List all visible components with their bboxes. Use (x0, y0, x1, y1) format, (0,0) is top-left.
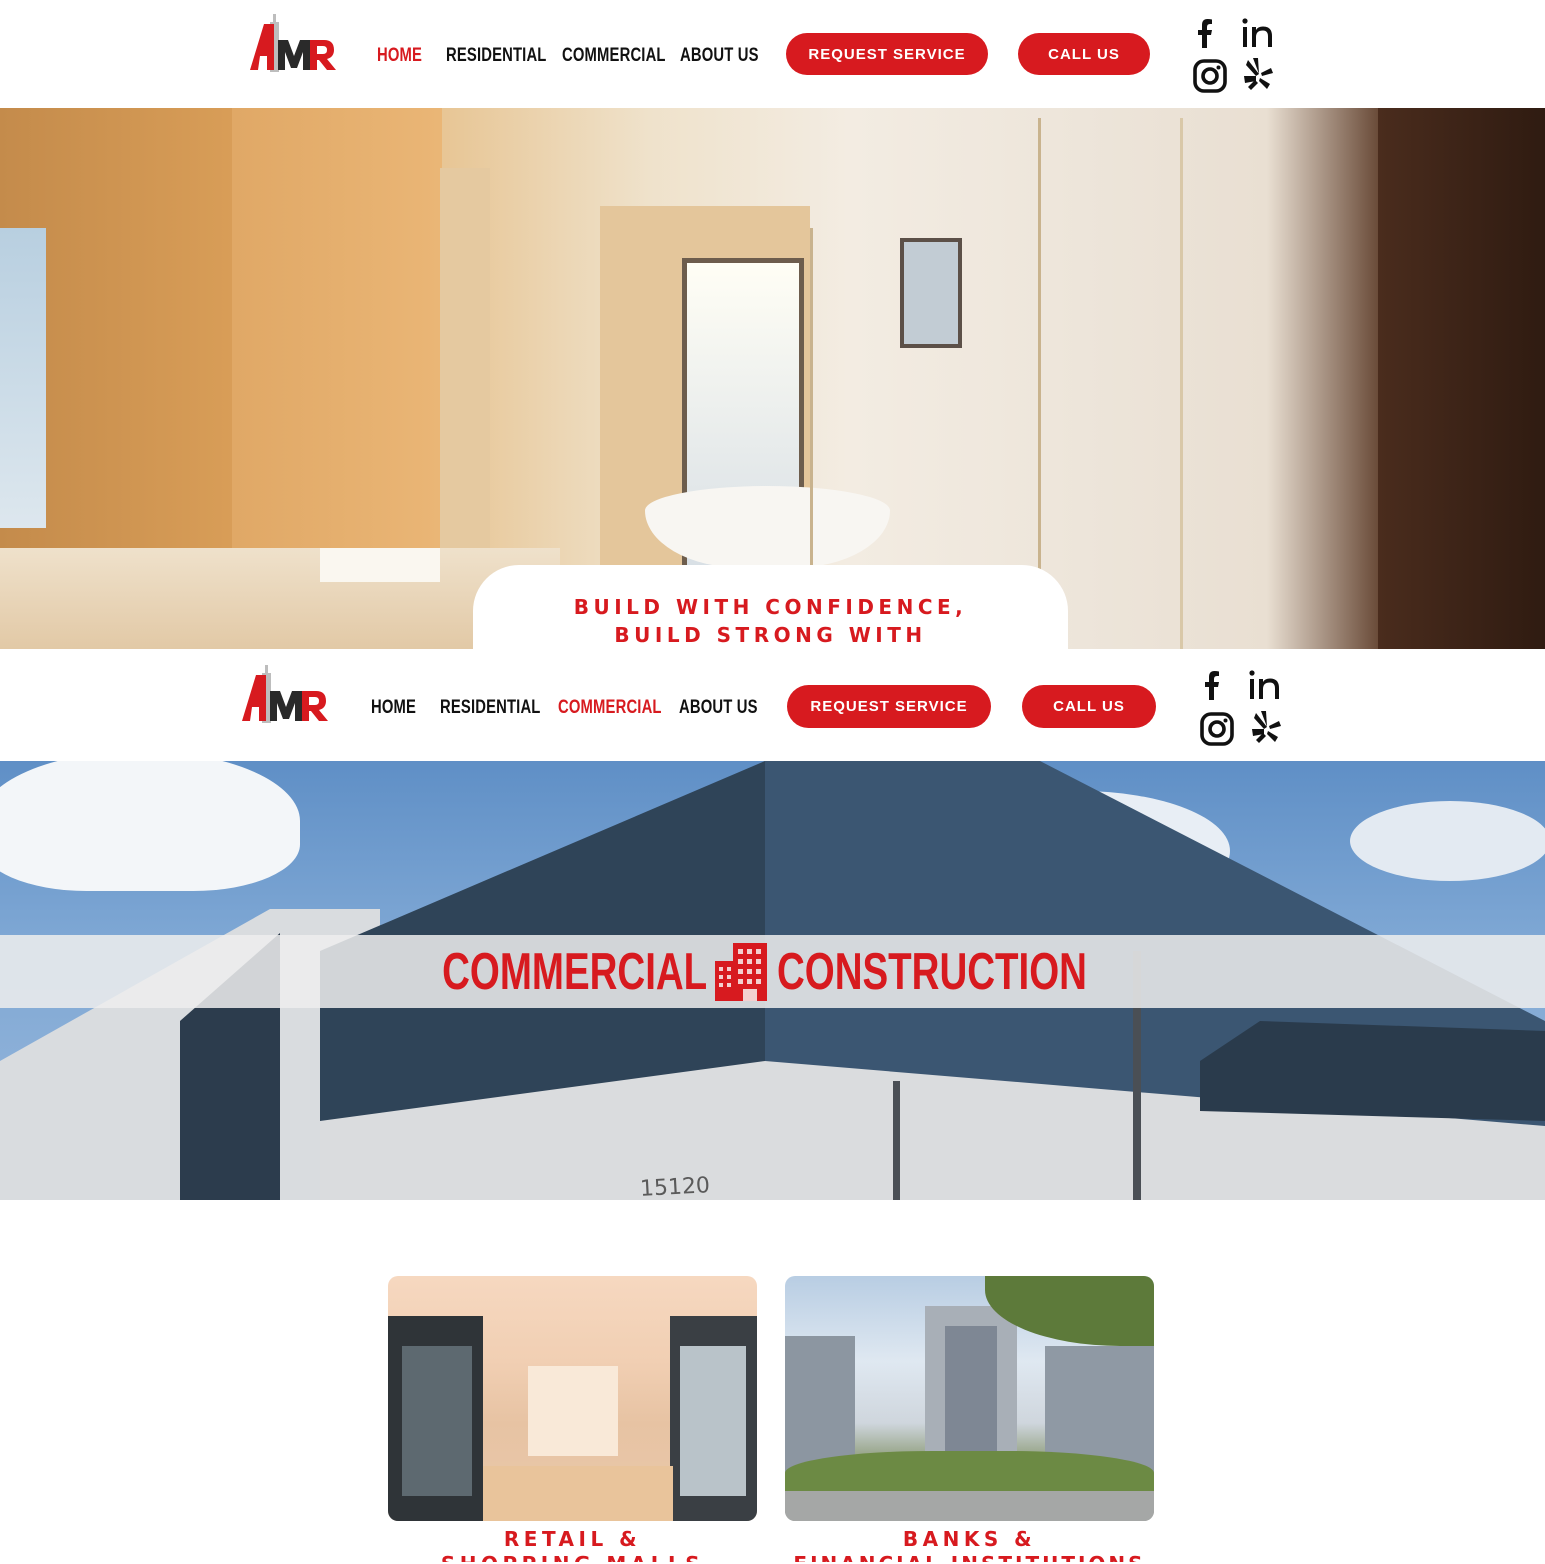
nav-commercial[interactable]: COMMERCIAL (558, 697, 662, 719)
linkedin-icon[interactable] (1247, 667, 1283, 703)
hero-tagline-card: BUILD WITH CONFIDENCE, BUILD STRONG WITH (473, 565, 1068, 649)
banner-title-right: CONSTRUCTION (777, 942, 1088, 1001)
amr-logo[interactable] (248, 10, 340, 72)
request-service-button[interactable]: REQUEST SERVICE (786, 33, 988, 75)
nav-residential[interactable]: RESIDENTIAL (446, 45, 547, 67)
call-us-button[interactable]: CALL US (1018, 33, 1150, 75)
nav-residential[interactable]: RESIDENTIAL (440, 697, 541, 719)
card-title-banks: BANKS & FINANCIAL INSTITUTIONS (785, 1527, 1154, 1562)
facebook-icon[interactable] (1193, 667, 1229, 703)
instagram-icon[interactable] (1199, 711, 1235, 747)
hero-image-commercial-building: COMMERCIAL CONSTRUCTION 15120 (0, 761, 1545, 1200)
call-us-button[interactable]: CALL US (1022, 685, 1156, 728)
card-title-line2-clip: SHOPPING MALLS (388, 1552, 757, 1562)
nav-about-us[interactable]: ABOUT US (680, 45, 759, 67)
card-banks-financial-institutions[interactable]: BANKS & FINANCIAL INSTITUTIONS (785, 1276, 1154, 1562)
card-title-line1: RETAIL & (503, 1527, 642, 1551)
card-title-line2: SHOPPING MALLS (388, 1552, 757, 1562)
instagram-icon[interactable] (1192, 58, 1228, 94)
building-address-number: 15120 (639, 1173, 711, 1200)
nav-about-us[interactable]: ABOUT US (679, 697, 758, 719)
card-retail-shopping-malls[interactable]: RETAIL & SHOPPING MALLS (388, 1276, 757, 1562)
yelp-icon[interactable] (1248, 709, 1284, 745)
amr-logo[interactable] (240, 661, 332, 723)
card-title-line2: FINANCIAL INSTITUTIONS (785, 1552, 1154, 1562)
yelp-icon[interactable] (1240, 56, 1276, 92)
hero-tagline-line1: BUILD WITH CONFIDENCE, (573, 595, 968, 619)
banner-title-left: COMMERCIAL (442, 942, 708, 1001)
nav-home[interactable]: HOME (377, 45, 422, 67)
facebook-icon[interactable] (1186, 15, 1222, 51)
linkedin-icon[interactable] (1240, 15, 1276, 51)
commercial-construction-banner: COMMERCIAL CONSTRUCTION (0, 935, 1545, 1008)
card-title-line2-clip: FINANCIAL INSTITUTIONS (785, 1552, 1154, 1562)
site-header-home: HOME RESIDENTIAL COMMERCIAL ABOUT US REQ… (0, 0, 1545, 108)
site-header-commercial: HOME RESIDENTIAL COMMERCIAL ABOUT US REQ… (0, 649, 1545, 761)
nav-home[interactable]: HOME (371, 697, 416, 719)
request-service-button[interactable]: REQUEST SERVICE (787, 685, 991, 728)
card-title-retail: RETAIL & SHOPPING MALLS (388, 1527, 757, 1562)
retail-mall-image[interactable] (388, 1276, 757, 1521)
nav-commercial[interactable]: COMMERCIAL (562, 45, 666, 67)
card-title-line1: BANKS & (902, 1527, 1037, 1551)
bank-building-image[interactable] (785, 1276, 1154, 1521)
hero-tagline-line2: BUILD STRONG WITH (614, 623, 927, 647)
office-building-icon (713, 941, 771, 1003)
